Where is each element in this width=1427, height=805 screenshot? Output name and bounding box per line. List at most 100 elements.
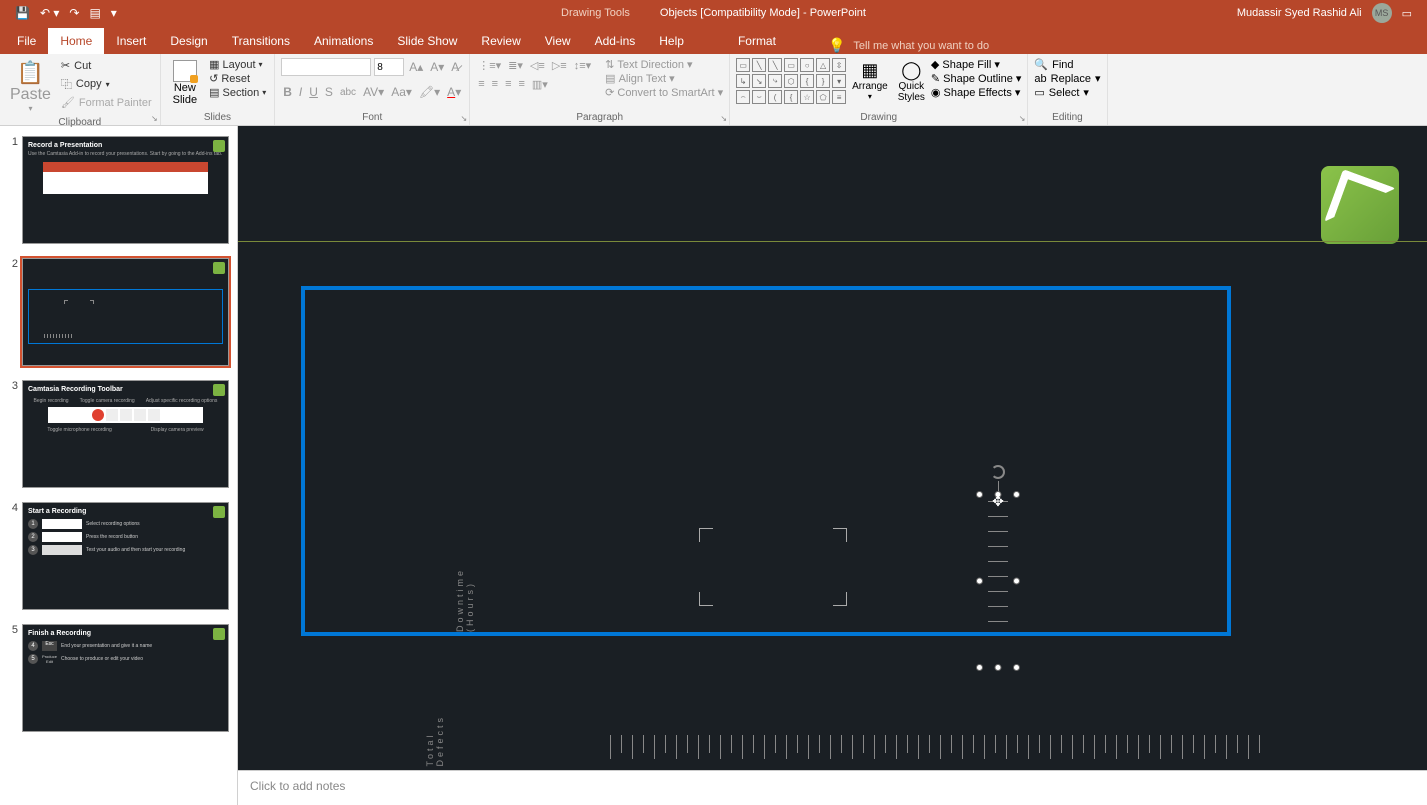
ribbon-group-slides: New Slide ▦Layout ▾ ↺Reset ▤Section ▾ Sl…: [161, 54, 276, 125]
resize-handle[interactable]: [976, 578, 983, 585]
resize-handle[interactable]: [1013, 491, 1020, 498]
camtasia-logo-icon: [1321, 166, 1399, 244]
tab-format[interactable]: Format: [726, 28, 788, 54]
format-painter-button[interactable]: 🖌Format Painter: [59, 95, 154, 110]
decrease-indent-button[interactable]: ◁≡: [528, 58, 547, 73]
tab-file[interactable]: File: [5, 28, 48, 54]
font-name-input[interactable]: [281, 58, 371, 76]
resize-handle[interactable]: [976, 664, 983, 671]
bullets-button[interactable]: ⋮≡▾: [476, 58, 503, 73]
shape-outline-button[interactable]: ✎Shape Outline▾: [931, 72, 1021, 85]
section-button[interactable]: ▤Section ▾: [207, 86, 268, 99]
resize-handle[interactable]: [1013, 664, 1020, 671]
dialog-launcher-icon[interactable]: ↘: [1019, 114, 1026, 123]
camtasia-logo-icon: [213, 384, 225, 396]
camtasia-logo-icon: [213, 140, 225, 152]
italic-button[interactable]: I: [297, 84, 304, 100]
tab-help[interactable]: Help: [647, 28, 696, 54]
tab-transitions[interactable]: Transitions: [220, 28, 302, 54]
copy-button[interactable]: ⿻Copy ▾: [59, 75, 154, 93]
tab-review[interactable]: Review: [469, 28, 532, 54]
tab-slideshow[interactable]: Slide Show: [385, 28, 469, 54]
user-avatar[interactable]: MS: [1372, 3, 1392, 23]
tab-view[interactable]: View: [533, 28, 583, 54]
save-icon[interactable]: 💾: [15, 6, 30, 20]
reset-button[interactable]: ↺Reset: [207, 72, 268, 85]
change-case-button[interactable]: Aa▾: [389, 84, 414, 100]
ribbon-display-icon[interactable]: ▭: [1402, 7, 1412, 20]
numbering-button[interactable]: ≣▾: [506, 58, 525, 73]
replace-button[interactable]: abReplace ▾: [1034, 72, 1100, 85]
arrange-icon: ▦: [861, 60, 878, 81]
increase-indent-button[interactable]: ▷≡: [550, 58, 569, 73]
columns-button[interactable]: ▥▾: [530, 77, 550, 92]
ribbon: 📋 Paste ▾ ✂Cut ⿻Copy ▾ 🖌Format Painter C…: [0, 54, 1427, 126]
dialog-launcher-icon[interactable]: ↘: [151, 114, 158, 123]
new-slide-button[interactable]: New Slide: [167, 58, 203, 110]
shadow-button[interactable]: S: [323, 84, 335, 100]
resize-handle[interactable]: [976, 491, 983, 498]
highlight-button[interactable]: 🖍▾: [417, 84, 442, 100]
align-center-button[interactable]: ≡: [490, 77, 500, 92]
notes-pane[interactable]: Click to add notes: [238, 770, 1427, 805]
bold-button[interactable]: B: [281, 84, 294, 100]
tab-animations[interactable]: Animations: [302, 28, 385, 54]
slide-thumb-4[interactable]: 4 Start a Recording 1Select recording op…: [8, 502, 229, 610]
camtasia-logo-icon: [213, 262, 225, 274]
convert-smartart-button[interactable]: ⟳Convert to SmartArt▾: [605, 86, 723, 99]
arrange-button[interactable]: ▦ Arrange▾: [850, 58, 890, 110]
undo-icon[interactable]: ↶ ▾: [40, 6, 59, 20]
qat-more-icon[interactable]: ▾: [111, 6, 117, 20]
tab-design[interactable]: Design: [158, 28, 219, 54]
align-right-button[interactable]: ≡: [503, 77, 513, 92]
text-direction-button[interactable]: ⇅Text Direction▾: [605, 58, 723, 71]
dialog-launcher-icon[interactable]: ↘: [461, 114, 468, 123]
resize-handle[interactable]: [995, 664, 1002, 671]
align-left-button[interactable]: ≡: [476, 77, 486, 92]
rotate-handle-icon[interactable]: [991, 465, 1005, 479]
shape-fill-button[interactable]: ◆Shape Fill▾: [931, 58, 1021, 71]
slide-thumb-2[interactable]: 2: [8, 258, 229, 366]
dialog-launcher-icon[interactable]: ↘: [720, 114, 727, 123]
thumb-title: Finish a Recording: [28, 630, 223, 637]
shape-effects-button[interactable]: ◉Shape Effects▾: [931, 86, 1021, 99]
resize-handle[interactable]: [1013, 578, 1020, 585]
tell-me-search[interactable]: 💡 Tell me what you want to do: [828, 37, 989, 54]
slide-thumb-1[interactable]: 1 Record a Presentation Use the Camtasia…: [8, 136, 229, 244]
tab-home[interactable]: Home: [48, 28, 104, 54]
slide-thumb-5[interactable]: 5 Finish a Recording 4EscEnd your presen…: [8, 624, 229, 732]
select-button[interactable]: ▭Select▾: [1034, 86, 1100, 99]
font-color-button[interactable]: A▾: [445, 84, 463, 100]
paste-button[interactable]: 📋 Paste ▾: [6, 58, 55, 115]
selected-shape[interactable]: ✥: [980, 495, 1016, 667]
redo-icon[interactable]: ↷: [69, 6, 79, 20]
slide-thumbnail-panel[interactable]: 1 Record a Presentation Use the Camtasia…: [0, 126, 238, 805]
thumb-title: Start a Recording: [28, 508, 223, 515]
layout-button[interactable]: ▦Layout ▾: [207, 58, 268, 71]
user-name: Mudassir Syed Rashid Ali: [1237, 7, 1362, 19]
slide-editor[interactable]: Downtime (Hours) Total Defects: [238, 126, 1427, 805]
font-size-input[interactable]: [374, 58, 404, 76]
chart-placeholder[interactable]: Downtime (Hours) Total Defects: [301, 286, 1231, 636]
slide-thumb-3[interactable]: 3 Camtasia Recording Toolbar Begin recor…: [8, 380, 229, 488]
clear-formatting-button[interactable]: A̷: [449, 59, 461, 75]
start-show-icon[interactable]: ▤: [89, 6, 100, 20]
line-spacing-button[interactable]: ↕≡▾: [572, 58, 593, 73]
shapes-gallery[interactable]: ▭╲╲▭○△⇳ ↳↘⤷⬡{}▾ ⌢⌣({☆⬠≡: [736, 58, 846, 110]
grow-font-button[interactable]: A▴: [407, 59, 425, 75]
align-text-button[interactable]: ▤Align Text▾: [605, 72, 723, 85]
justify-button[interactable]: ≡: [516, 77, 526, 92]
resize-handle[interactable]: [995, 491, 1002, 498]
quick-styles-button[interactable]: ◯ Quick Styles: [896, 58, 927, 110]
find-button[interactable]: 🔍Find: [1034, 58, 1100, 71]
slide-number: 4: [8, 502, 22, 610]
tab-addins[interactable]: Add-ins: [583, 28, 648, 54]
cut-button[interactable]: ✂Cut: [59, 58, 154, 73]
strikethrough-button[interactable]: abc: [338, 86, 358, 99]
char-spacing-button[interactable]: AV▾: [361, 84, 386, 100]
shrink-font-button[interactable]: A▾: [428, 59, 446, 75]
underline-button[interactable]: U: [307, 84, 320, 100]
main-area: 1 Record a Presentation Use the Camtasia…: [0, 126, 1427, 805]
tab-insert[interactable]: Insert: [104, 28, 158, 54]
slide-canvas[interactable]: Downtime (Hours) Total Defects: [238, 126, 1427, 770]
